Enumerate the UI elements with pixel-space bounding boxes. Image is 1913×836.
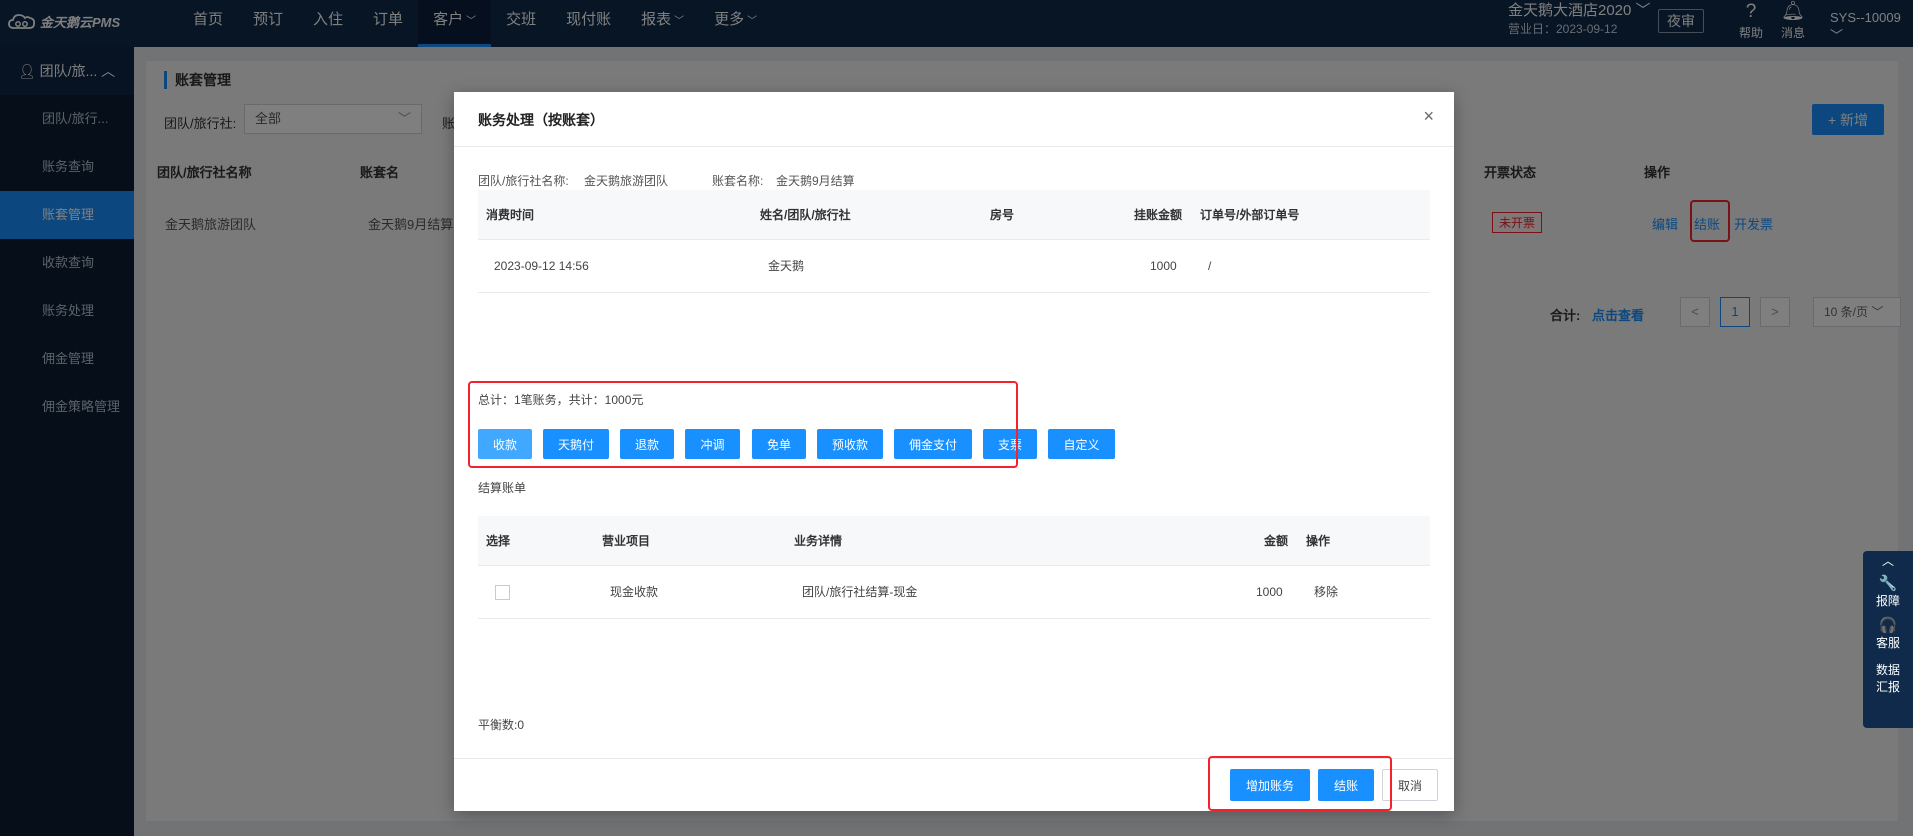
headset-icon: 🎧 (1878, 617, 1898, 634)
row-select-checkbox[interactable] (495, 585, 510, 600)
column-header: 业务详情 (794, 534, 843, 548)
column-header: 挂账金额 (1134, 208, 1183, 222)
charge-time: 2023-09-12 14:56 (494, 259, 589, 273)
column-header: 营业项目 (602, 534, 651, 548)
charge-name: 金天鹅 (768, 259, 805, 273)
account-processing-dialog: 账务处理（按账套） × 团队/旅行社名称: 金天鹅旅游团队 账套名称: 金天鹅9… (454, 92, 1454, 811)
settlement-section-title: 结算账单 (478, 481, 527, 495)
remove-link[interactable]: 移除 (1314, 567, 1338, 617)
settle-item: 现金收款 (610, 585, 659, 599)
annotation-highlight (1208, 756, 1392, 811)
settlement-table-header: 选择 营业项目 业务详情 金额 操作 (478, 516, 1430, 566)
column-header: 姓名/团队/旅行社 (760, 208, 851, 222)
table-row: 2023-09-12 14:56 金天鹅 1000 / (478, 241, 1430, 293)
annotation-highlight (468, 381, 1018, 468)
column-header: 订单号/外部订单号 (1200, 208, 1300, 222)
column-header: 金额 (1264, 534, 1289, 548)
data-report-button[interactable]: 数据汇报 (1863, 655, 1913, 697)
agency-name-label: 团队/旅行社名称: (478, 174, 569, 188)
charge-order: / (1208, 259, 1212, 273)
customer-service-button[interactable]: 🎧 客服 (1863, 613, 1913, 655)
column-header: 操作 (1306, 534, 1331, 548)
column-header: 房号 (990, 208, 1015, 222)
report-issue-button[interactable]: 🔧 报障 (1863, 571, 1913, 613)
close-icon[interactable]: × (1423, 106, 1434, 127)
dialog-title: 账务处理（按账套） (478, 112, 604, 128)
ledger-name-value: 金天鹅9月结算 (776, 174, 855, 188)
divider (454, 146, 1454, 147)
custom-button[interactable]: 自定义 (1048, 429, 1115, 459)
settle-amount: 1000 (1256, 585, 1283, 599)
settle-detail: 团队/旅行社结算-现金 (802, 585, 918, 599)
charge-amount: 1000 (1150, 259, 1177, 273)
table-row: 现金收款 团队/旅行社结算-现金 1000 移除 (478, 567, 1430, 619)
collapse-up-icon[interactable]: ︿ (1863, 551, 1913, 571)
customer-service-label: 客服 (1875, 636, 1900, 650)
data-report-label: 数据汇报 (1875, 663, 1900, 694)
balance-value: 平衡数:0 (478, 718, 525, 732)
floating-toolbar: ︿ 🔧 报障 🎧 客服 数据汇报 (1863, 551, 1913, 728)
ledger-name-label: 账套名称: (712, 174, 764, 188)
agency-name-value: 金天鹅旅游团队 (584, 174, 669, 188)
column-header: 消费时间 (486, 208, 535, 222)
charges-table-header: 消费时间 姓名/团队/旅行社 房号 挂账金额 订单号/外部订单号 (478, 190, 1430, 240)
report-issue-label: 报障 (1875, 594, 1900, 608)
column-header: 选择 (486, 534, 511, 548)
wrench-icon: 🔧 (1878, 575, 1898, 592)
